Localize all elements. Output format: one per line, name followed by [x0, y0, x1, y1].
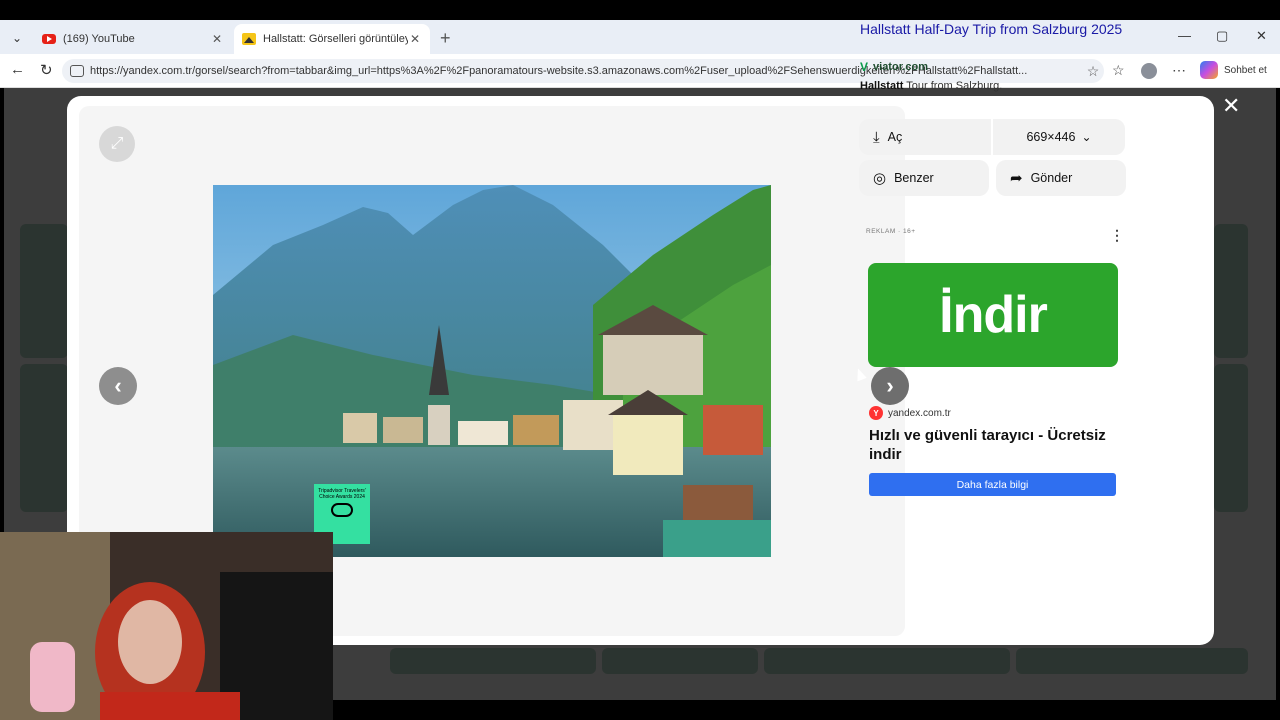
result-description: Hallstatt Tour from Salzburg. — [860, 80, 1002, 92]
tab-close-icon[interactable]: ✕ — [210, 32, 224, 46]
chevron-down-icon: ⌄ — [1081, 130, 1092, 144]
previous-image-button[interactable]: ‹ — [99, 367, 137, 405]
url-text[interactable]: https://yandex.com.tr/gorsel/search?from… — [90, 65, 1082, 77]
ad-label: REKLAM · 16+ — [866, 228, 916, 235]
more-menu-icon[interactable]: ⋯ — [1172, 62, 1186, 79]
maximize-icon[interactable]: ▢ — [1216, 28, 1228, 44]
reload-icon[interactable]: ↻ — [40, 61, 53, 79]
ad-learn-more-button[interactable]: Daha fazla bilgi — [869, 473, 1116, 496]
new-tab-plus-icon[interactable]: + — [440, 28, 451, 49]
tab-title: Hallstatt: Görselleri görüntüleyin ve — [263, 33, 408, 45]
tab-hallstatt[interactable]: Hallstatt: Görselleri görüntüleyin ve ✕ — [234, 24, 430, 54]
background-thumbnail[interactable] — [390, 648, 596, 674]
next-image-button[interactable]: › — [871, 367, 909, 405]
back-arrow-icon[interactable]: ← — [10, 61, 25, 78]
similar-images-button[interactable]: ◎ Benzer — [859, 160, 989, 196]
browser-toolbar: ← ↻ https://yandex.com.tr/gorsel/search?… — [0, 54, 1280, 88]
profile-avatar[interactable] — [1141, 63, 1157, 79]
hallstatt-photo[interactable]: Tripadvisor Travelers' Choice Awards 202… — [213, 185, 771, 557]
screen: ⌄ (169) YouTube ✕ Hallstatt: Görselleri … — [0, 0, 1280, 720]
site-info-icon[interactable] — [70, 65, 84, 77]
webcam-feed — [0, 532, 333, 720]
background-thumbnail[interactable] — [20, 224, 68, 358]
close-viewer-icon[interactable]: ✕ — [1222, 93, 1240, 119]
camera-search-icon: ◎ — [873, 170, 887, 187]
favorites-icon[interactable]: ☆ — [1112, 62, 1125, 79]
result-desc-rest: Tour from Salzburg. — [903, 80, 1003, 92]
background-thumbnail[interactable] — [1214, 224, 1248, 358]
hallstatt-scene — [213, 185, 771, 557]
download-icon: ⤓ — [873, 128, 880, 146]
background-thumbnail[interactable] — [1214, 364, 1248, 512]
similar-label: Benzer — [894, 171, 934, 185]
fullscreen-expand-icon[interactable]: ⤢ — [99, 126, 135, 162]
share-button[interactable]: ➦ Gönder — [996, 160, 1126, 196]
tab-youtube[interactable]: (169) YouTube ✕ — [34, 24, 232, 54]
ad-source-label: yandex.com.tr — [888, 407, 951, 419]
share-arrow-icon: ➦ — [1010, 170, 1023, 187]
ad-headline[interactable]: Hızlı ve güvenli tarayıcı - Ücretsiz ind… — [869, 426, 1125, 464]
send-label: Gönder — [1030, 171, 1073, 185]
bookmark-star-icon[interactable]: ☆ — [1082, 63, 1104, 80]
ad-more-options-icon[interactable]: ⋮ — [1110, 227, 1124, 244]
open-image-button[interactable]: ⤓ Aç — [859, 119, 991, 155]
ad-source[interactable]: Y yandex.com.tr — [869, 406, 951, 420]
open-label: Aç — [887, 130, 903, 144]
copilot-icon — [1200, 61, 1218, 79]
ad-banner[interactable]: İndir — [868, 263, 1118, 367]
webcam-overlay — [0, 532, 333, 720]
background-thumbnail[interactable] — [764, 648, 1010, 674]
yandex-logo-icon: Y — [869, 406, 883, 420]
background-thumbnail[interactable] — [20, 364, 68, 512]
result-desc-bold: Hallstatt — [860, 80, 904, 92]
tab-close-icon[interactable]: ✕ — [408, 32, 422, 46]
result-title-link[interactable]: Hallstatt Half-Day Trip from Salzburg 20… — [860, 20, 1130, 38]
image-size-dropdown[interactable]: 669×446 ⌄ — [993, 119, 1125, 155]
result-site-label: viator.com — [873, 61, 929, 73]
award-text: Tripadvisor Travelers' Choice Awards 202… — [318, 488, 366, 500]
result-site[interactable]: V viator.com — [860, 60, 928, 74]
copilot-label: Sohbet et — [1224, 64, 1267, 76]
minimize-icon[interactable]: — — [1178, 28, 1191, 43]
yandex-images-icon — [242, 33, 256, 45]
tab-search-chevron-icon[interactable]: ⌄ — [6, 28, 28, 48]
background-thumbnail[interactable] — [602, 648, 758, 674]
size-label: 669×446 — [1026, 130, 1076, 144]
background-thumbnail[interactable] — [1016, 648, 1248, 674]
window-close-icon[interactable]: ✕ — [1256, 28, 1267, 44]
tripadvisor-owl-icon — [331, 503, 353, 517]
copilot-button[interactable]: Sohbet et — [1200, 61, 1267, 79]
youtube-icon — [42, 34, 56, 44]
tab-title: (169) YouTube — [63, 33, 135, 45]
viator-logo-icon: V — [860, 60, 869, 74]
